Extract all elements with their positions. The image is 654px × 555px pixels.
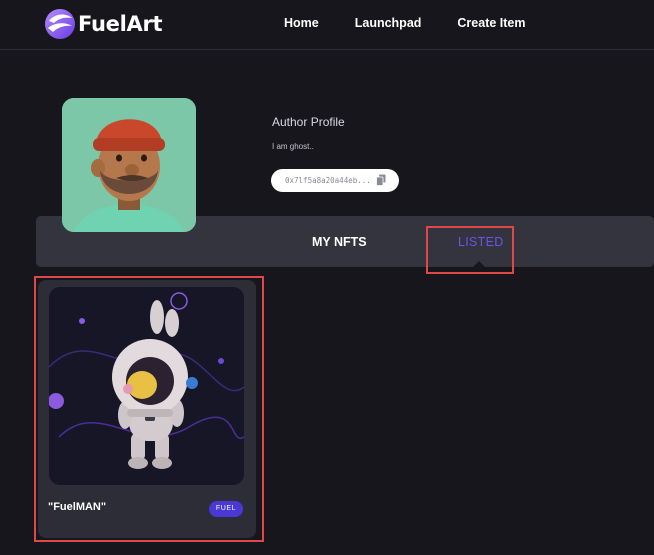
copy-icon[interactable] xyxy=(376,174,386,186)
profile-title: Author Profile xyxy=(272,115,345,129)
top-navbar: FuelArt Home Launchpad Create Item xyxy=(0,0,654,50)
nav-home[interactable]: Home xyxy=(284,16,319,30)
nav-create-item[interactable]: Create Item xyxy=(457,16,525,30)
person-avatar-icon xyxy=(62,98,196,232)
nft-image[interactable] xyxy=(49,287,244,485)
nft-title: "FuelMAN" xyxy=(48,501,107,513)
listed-tab-highlight xyxy=(426,226,514,274)
chain-badge: FUEL xyxy=(209,501,243,517)
fuelart-logo-icon xyxy=(45,9,75,39)
profile-avatar xyxy=(62,98,196,232)
nav-links: Home Launchpad Create Item xyxy=(284,16,526,30)
wallet-address-pill[interactable]: 0x7lf5a8a20a44eb... xyxy=(271,169,399,192)
nav-launchpad[interactable]: Launchpad xyxy=(355,16,422,30)
wallet-address: 0x7lf5a8a20a44eb... xyxy=(285,176,371,185)
tab-my-nfts[interactable]: MY NFTS xyxy=(312,235,367,249)
profile-bio: I am ghost.. xyxy=(272,142,314,151)
brand-logo[interactable]: FuelArt xyxy=(44,8,163,40)
brand-name: FuelArt xyxy=(78,12,163,36)
nft-card[interactable]: "FuelMAN" FUEL xyxy=(38,280,256,538)
astronaut-bunny-image xyxy=(49,287,244,485)
